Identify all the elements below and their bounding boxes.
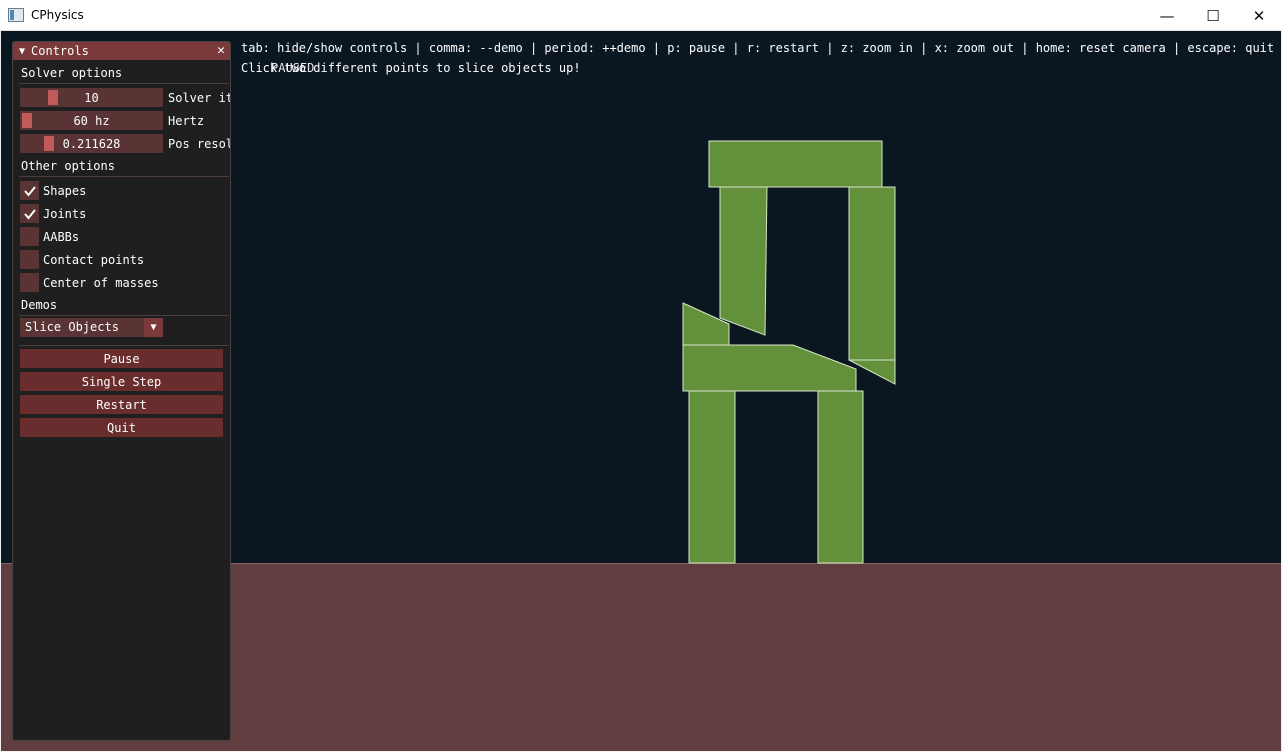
joints-checkbox[interactable] [20, 204, 39, 223]
collapse-arrow-icon[interactable]: ▼ [19, 46, 25, 57]
checkbox-row-joints[interactable]: Joints [13, 202, 230, 225]
checkbox-row-shapes[interactable]: Shapes [13, 179, 230, 202]
top-beam[interactable] [708, 140, 883, 188]
checkbox-label: Shapes [43, 183, 87, 198]
keyboard-help-text: tab: hide/show controls | comma: --demo … [241, 41, 1275, 55]
upper-left-pillar[interactable] [719, 186, 768, 336]
separator [19, 83, 229, 84]
lower-right-pillar[interactable] [817, 390, 864, 564]
window-titlebar: CPhysics — ☐ ✕ [0, 0, 1282, 31]
separator [19, 315, 229, 316]
maximize-button[interactable]: ☐ [1190, 0, 1236, 31]
restart-button[interactable]: Restart [20, 395, 223, 414]
simulation-viewport[interactable]: tab: hide/show controls | comma: --demo … [1, 31, 1281, 751]
center-of-masses-checkbox[interactable] [20, 273, 39, 292]
controls-titlebar[interactable]: ▼ Controls ✕ [13, 42, 230, 60]
checkbox-row-contact-points[interactable]: Contact points [13, 248, 230, 271]
slider-grab[interactable] [22, 113, 32, 128]
middle-beam[interactable] [682, 344, 857, 392]
lower-left-pillar[interactable] [688, 390, 736, 564]
window-title: CPhysics [31, 8, 84, 22]
slider-label: Hertz [168, 113, 205, 128]
hertz-slider[interactable]: 60 hz [20, 111, 163, 130]
checkbox-row-aabbs[interactable]: AABBs [13, 225, 230, 248]
single-step-button[interactable]: Single Step [20, 372, 223, 391]
demo-select-value: Slice Objects [25, 320, 119, 334]
solver-options-label: Solver options [21, 66, 123, 80]
checkbox-label: Contact points [43, 252, 145, 267]
checkbox-label: AABBs [43, 229, 80, 244]
demo-select[interactable]: Slice Objects ▼ [20, 318, 163, 337]
aabbs-checkbox[interactable] [20, 227, 39, 246]
chevron-down-icon[interactable]: ▼ [144, 318, 163, 337]
check-icon [23, 208, 36, 220]
separator [19, 345, 229, 346]
demo-select-row: Slice Objects ▼ [13, 318, 230, 338]
close-window-button[interactable]: ✕ [1236, 0, 1282, 31]
controls-title: Controls [31, 44, 89, 58]
slider-grab[interactable] [44, 136, 54, 151]
pause-button[interactable]: Pause [20, 349, 223, 368]
demos-label: Demos [21, 298, 58, 312]
pos-resolution-slider[interactable]: 0.211628 [20, 134, 163, 153]
checkbox-label: Center of masses [43, 275, 159, 290]
slider-value: 10 [84, 90, 99, 105]
minimize-button[interactable]: — [1144, 0, 1190, 31]
solver-iterations-slider[interactable]: 10 [20, 88, 163, 107]
solver-iterations-row: 10 Solver iterations [13, 86, 230, 109]
slider-label: Pos resolution [168, 136, 230, 151]
checkbox-label: Joints [43, 206, 87, 221]
app-icon [8, 8, 24, 22]
quit-button[interactable]: Quit [20, 418, 223, 437]
checkbox-row-center-of-masses[interactable]: Center of masses [13, 271, 230, 294]
pos-resolution-row: 0.211628 Pos resolution [13, 132, 230, 155]
slider-value: 0.211628 [62, 136, 121, 151]
action-buttons: Pause Single Step Restart Quit [13, 349, 230, 437]
slider-grab[interactable] [48, 90, 58, 105]
separator [19, 176, 229, 177]
check-icon [23, 185, 36, 197]
close-icon[interactable]: ✕ [217, 43, 225, 58]
hertz-row: 60 hz Hertz [13, 109, 230, 132]
slider-label: Solver iterations [168, 90, 230, 105]
paused-status: PAUSED [271, 61, 315, 75]
shapes-checkbox[interactable] [20, 181, 39, 200]
contact-points-checkbox[interactable] [20, 250, 39, 269]
slider-value: 60 hz [73, 113, 110, 128]
other-options-label: Other options [21, 159, 115, 173]
upper-right-pillar[interactable] [848, 186, 896, 361]
controls-panel[interactable]: ▼ Controls ✕ Solver options 10 Solver it… [12, 41, 231, 741]
